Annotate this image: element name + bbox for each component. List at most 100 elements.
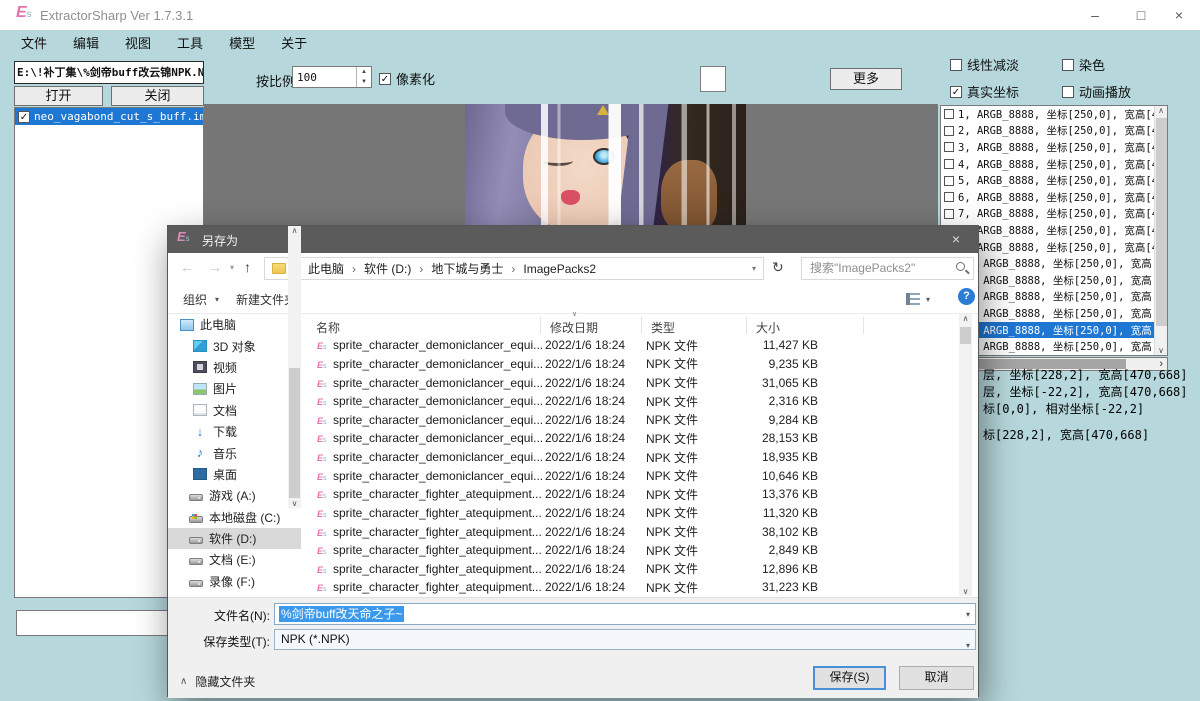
file-row[interactable]: Essprite_character_fighter_atequipment..… <box>303 578 959 597</box>
open-button[interactable]: 打开 <box>14 86 103 106</box>
sidebar-item[interactable]: 文档 (E:) <box>168 549 301 570</box>
back-icon[interactable]: ← <box>180 259 194 275</box>
help-icon[interactable]: ? <box>958 288 975 305</box>
img-list-item[interactable]: ✓neo_vagabond_cut_s_buff.img <box>15 108 203 125</box>
frame-list-item[interactable]: 4, ARGB_8888, 坐标[250,0], 宽高[470,668], <box>941 156 1167 173</box>
spin-down-icon[interactable]: ▼ <box>357 77 371 87</box>
breadcrumb-item[interactable]: ImagePacks2 <box>523 262 596 276</box>
up-icon[interactable]: ↑ <box>244 259 251 275</box>
option-3[interactable]: 动画播放 <box>1062 82 1131 101</box>
savetype-select[interactable]: NPK (*.NPK) ▾ <box>274 629 976 650</box>
file-row[interactable]: Essprite_character_fighter_atequipment..… <box>303 522 959 541</box>
breadcrumb-item[interactable]: 软件 (D:) <box>364 260 411 277</box>
scroll-down-icon[interactable]: ∨ <box>959 587 972 596</box>
breadcrumb[interactable]: ›此电脑›软件 (D:)›地下城与勇士›ImagePacks2▾ <box>264 257 764 280</box>
file-row[interactable]: Essprite_character_fighter_atequipment..… <box>303 504 959 523</box>
sidebar-item[interactable]: 此电脑 <box>168 314 301 335</box>
file-row[interactable]: Essprite_character_fighter_atequipment..… <box>303 541 959 560</box>
hide-folders-button[interactable]: ∧ 隐藏文件夹 <box>180 673 255 690</box>
view-dropdown-icon[interactable]: ▾ <box>926 295 930 304</box>
file-row[interactable]: Essprite_character_demoniclancer_equi...… <box>303 466 959 485</box>
savetype-dropdown-icon[interactable]: ▾ <box>966 636 970 655</box>
refresh-icon[interactable]: ↻ <box>772 259 784 276</box>
breadcrumb-dropdown-icon[interactable]: ▾ <box>752 264 756 273</box>
sidebar-item[interactable]: 图片 <box>168 378 301 399</box>
pixelate-checkbox[interactable]: ✓ <box>379 73 391 85</box>
scroll-up-icon[interactable]: ∧ <box>288 226 301 235</box>
scale-spinner[interactable]: 100 ▲▼ <box>292 66 372 88</box>
column-header-3[interactable]: 大小 <box>756 319 780 336</box>
file-row[interactable]: Essprite_character_fighter_atequipment..… <box>303 485 959 504</box>
option-1[interactable]: 染色 <box>1062 55 1105 74</box>
sidebar-item[interactable]: ♪音乐 <box>168 442 301 463</box>
search-icon[interactable] <box>956 262 965 271</box>
spinner-arrows[interactable]: ▲▼ <box>356 67 371 87</box>
sidebar-item[interactable]: 游戏 (A:) <box>168 485 301 506</box>
file-row[interactable]: Essprite_character_demoniclancer_equi...… <box>303 411 959 430</box>
scroll-down-icon[interactable]: ∨ <box>1155 346 1167 355</box>
frame-list-item[interactable]: 6, ARGB_8888, 坐标[250,0], 宽高[470,668], <box>941 189 1167 206</box>
checkbox-icon[interactable] <box>944 192 954 202</box>
cancel-button[interactable]: 取消 <box>899 666 974 690</box>
file-row[interactable]: Essprite_character_demoniclancer_equi...… <box>303 392 959 411</box>
save-button[interactable]: 保存(S) <box>813 666 886 690</box>
sidebar-item[interactable]: 3D 对象 <box>168 335 301 356</box>
checkbox-icon[interactable]: ✓ <box>18 111 30 123</box>
checkbox-icon[interactable] <box>1062 86 1074 98</box>
frame-list-item[interactable]: 2, ARGB_8888, 坐标[250,0], 宽高[470,668], <box>941 123 1167 140</box>
sidebar-item[interactable]: 录像 (F:) <box>168 571 301 592</box>
close-icon[interactable]: × <box>1158 0 1200 30</box>
menu-item-4[interactable]: 模型 <box>216 30 268 54</box>
menu-item-0[interactable]: 文件 <box>8 30 60 54</box>
history-dropdown-icon[interactable]: ▾ <box>230 263 234 272</box>
option-2[interactable]: ✓真实坐标 <box>950 82 1019 101</box>
npk-path-input[interactable]: E:\!补丁集\%剑帝buff改云锦NPK.NPK <box>14 61 204 84</box>
checkbox-icon[interactable] <box>944 176 954 186</box>
scale-value[interactable]: 100 <box>297 71 317 84</box>
filename-dropdown-icon[interactable]: ▾ <box>966 610 970 619</box>
file-row[interactable]: Essprite_character_demoniclancer_equi...… <box>303 336 959 355</box>
column-header-1[interactable]: 修改日期 <box>550 319 598 336</box>
file-row[interactable]: Essprite_character_demoniclancer_equi...… <box>303 373 959 392</box>
spin-up-icon[interactable]: ▲ <box>357 67 371 77</box>
sidebar-scrollbar[interactable]: ∧ ∨ <box>288 226 301 508</box>
new-folder-button[interactable]: 新建文件夹 <box>236 291 296 308</box>
menu-item-2[interactable]: 视图 <box>112 30 164 54</box>
filename-input[interactable]: %剑帝buff改天命之子~ ▾ <box>274 603 976 625</box>
column-header-0[interactable]: 名称 <box>316 319 340 336</box>
file-row[interactable]: Essprite_character_demoniclancer_equi...… <box>303 355 959 374</box>
frame-list-item[interactable]: 3, ARGB_8888, 坐标[250,0], 宽高[470,668], <box>941 139 1167 156</box>
minimize-icon[interactable]: – <box>1074 0 1116 30</box>
option-0[interactable]: 线性减淡 <box>950 55 1019 74</box>
close-file-button[interactable]: 关闭 <box>111 86 204 106</box>
scrollbar-thumb[interactable] <box>289 368 300 498</box>
scroll-down-icon[interactable]: ∨ <box>288 499 301 508</box>
scrollbar-thumb[interactable] <box>960 327 971 344</box>
breadcrumb-item[interactable]: 地下城与勇士 <box>431 260 503 277</box>
checkbox-icon[interactable] <box>944 142 954 152</box>
sidebar-item[interactable]: 桌面 <box>168 464 301 485</box>
breadcrumb-item[interactable]: 此电脑 <box>308 260 344 277</box>
checkbox-icon[interactable]: ✓ <box>950 86 962 98</box>
maximize-icon[interactable]: □ <box>1120 0 1162 30</box>
scrollbar-thumb[interactable] <box>1156 118 1167 326</box>
file-list-scrollbar[interactable]: ∧ ∨ <box>959 314 972 596</box>
organize-dropdown-icon[interactable]: ▾ <box>215 295 219 304</box>
sidebar-item[interactable]: 文档 <box>168 400 301 421</box>
checkbox-icon[interactable] <box>950 59 962 71</box>
file-row[interactable]: Essprite_character_demoniclancer_equi...… <box>303 448 959 467</box>
frame-list-scrollbar[interactable]: ∧ ∨ <box>1154 106 1167 355</box>
checkbox-icon[interactable] <box>944 159 954 169</box>
checkbox-icon[interactable] <box>944 126 954 136</box>
column-header-2[interactable]: 类型 <box>651 319 675 336</box>
checkbox-icon[interactable] <box>944 209 954 219</box>
organize-button[interactable]: 组织 <box>183 291 207 308</box>
checkbox-icon[interactable] <box>944 109 954 119</box>
view-mode-icon[interactable] <box>906 293 920 305</box>
frame-list-item[interactable]: 1, ARGB_8888, 坐标[250,0], 宽高[470,668], <box>941 106 1167 123</box>
file-row[interactable]: Essprite_character_fighter_atequipment..… <box>303 560 959 579</box>
frame-list-item[interactable]: 5, ARGB_8888, 坐标[250,0], 宽高[470,668], <box>941 172 1167 189</box>
color-swatch[interactable] <box>700 66 726 92</box>
forward-icon[interactable]: → <box>208 259 222 275</box>
sidebar-item[interactable]: 视频 <box>168 357 301 378</box>
